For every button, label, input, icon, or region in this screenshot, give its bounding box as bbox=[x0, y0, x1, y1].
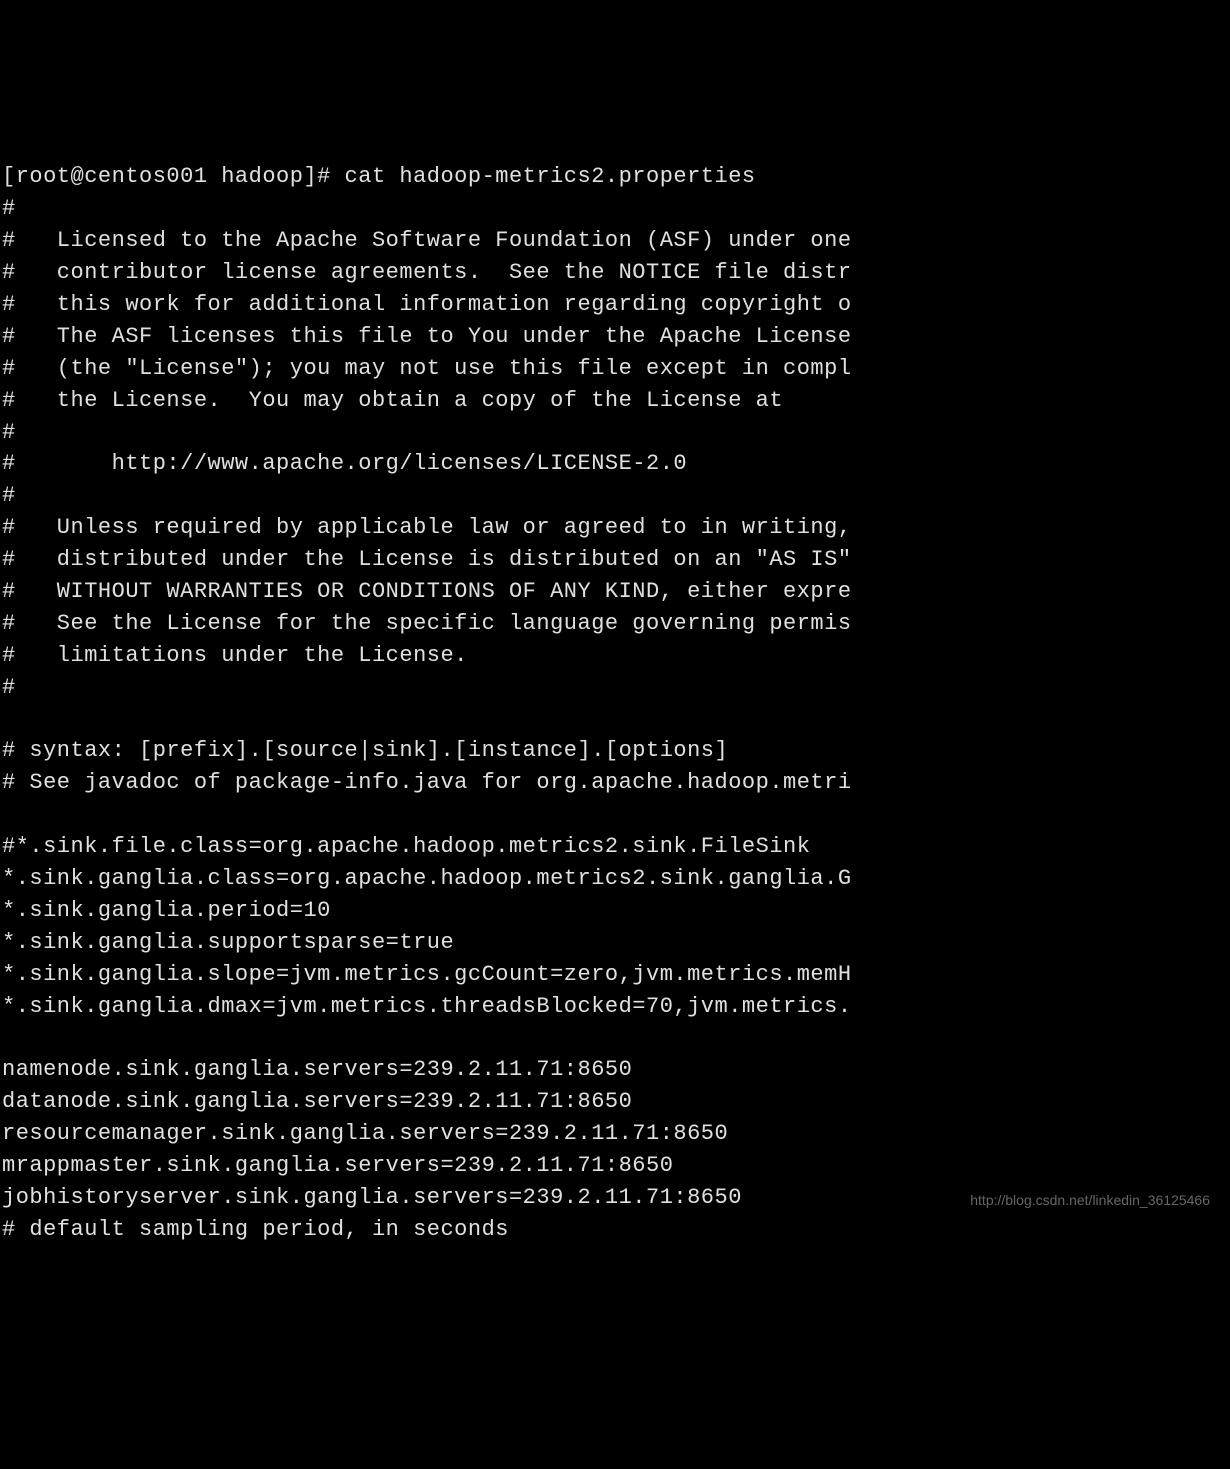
terminal-line: # http://www.apache.org/licenses/LICENSE… bbox=[2, 451, 687, 476]
terminal-line: *.sink.ganglia.dmax=jvm.metrics.threadsB… bbox=[2, 994, 852, 1019]
terminal-line: # bbox=[2, 675, 16, 700]
terminal-line: datanode.sink.ganglia.servers=239.2.11.7… bbox=[2, 1089, 632, 1114]
terminal-line: # Licensed to the Apache Software Founda… bbox=[2, 228, 852, 253]
watermark-text: http://blog.csdn.net/linkedin_36125466 bbox=[970, 1190, 1210, 1210]
terminal-line: # bbox=[2, 196, 16, 221]
terminal-line: resourcemanager.sink.ganglia.servers=239… bbox=[2, 1121, 728, 1146]
terminal-line: jobhistoryserver.sink.ganglia.servers=23… bbox=[2, 1185, 742, 1210]
terminal-line: # this work for additional information r… bbox=[2, 292, 852, 317]
terminal-line: mrappmaster.sink.ganglia.servers=239.2.1… bbox=[2, 1153, 673, 1178]
terminal-line: *.sink.ganglia.period=10 bbox=[2, 898, 331, 923]
terminal-line: *.sink.ganglia.class=org.apache.hadoop.m… bbox=[2, 866, 852, 891]
terminal-line: [root@centos001 hadoop]# cat hadoop-metr… bbox=[2, 164, 756, 189]
terminal-line: # See the License for the specific langu… bbox=[2, 611, 852, 636]
terminal-output[interactable]: [root@centos001 hadoop]# cat hadoop-metr… bbox=[2, 130, 1228, 1246]
terminal-line: # the License. You may obtain a copy of … bbox=[2, 388, 783, 413]
terminal-line: *.sink.ganglia.slope=jvm.metrics.gcCount… bbox=[2, 962, 852, 987]
terminal-line: # (the "License"); you may not use this … bbox=[2, 356, 852, 381]
terminal-line: # Unless required by applicable law or a… bbox=[2, 515, 852, 540]
terminal-line: # default sampling period, in seconds bbox=[2, 1217, 509, 1242]
terminal-line: # syntax: [prefix].[source|sink].[instan… bbox=[2, 738, 728, 763]
terminal-line: # bbox=[2, 483, 16, 508]
terminal-line: # limitations under the License. bbox=[2, 643, 468, 668]
terminal-line: # bbox=[2, 420, 16, 445]
terminal-line: # WITHOUT WARRANTIES OR CONDITIONS OF AN… bbox=[2, 579, 852, 604]
terminal-line: *.sink.ganglia.supportsparse=true bbox=[2, 930, 454, 955]
terminal-line: # contributor license agreements. See th… bbox=[2, 260, 852, 285]
terminal-line: # See javadoc of package-info.java for o… bbox=[2, 770, 852, 795]
terminal-line: # distributed under the License is distr… bbox=[2, 547, 852, 572]
terminal-line: # The ASF licenses this file to You unde… bbox=[2, 324, 852, 349]
terminal-line: namenode.sink.ganglia.servers=239.2.11.7… bbox=[2, 1057, 632, 1082]
terminal-line: #*.sink.file.class=org.apache.hadoop.met… bbox=[2, 834, 810, 859]
